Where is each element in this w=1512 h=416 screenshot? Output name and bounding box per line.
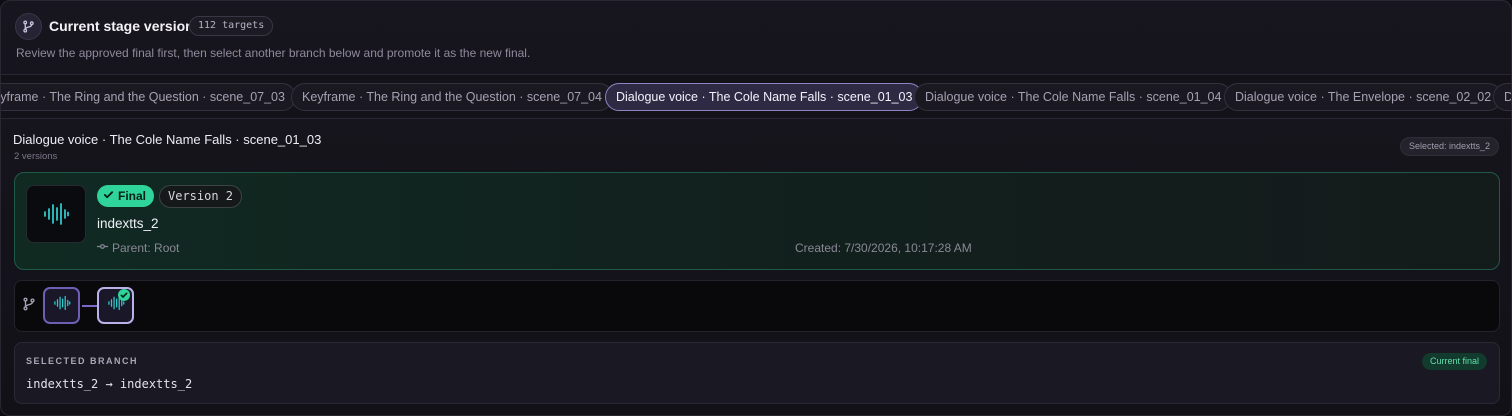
final-check-icon (118, 289, 130, 301)
final-badge: Final (97, 185, 155, 207)
selected-branch-path: indextts_2 → indextts_2 (26, 377, 193, 391)
graph-edge (82, 305, 97, 307)
tab-target[interactable]: Dialogue voice · The Cole Name Falls · s… (914, 83, 1233, 111)
audio-waveform-icon (26, 185, 86, 243)
selected-branch-label: SELECTED BRANCH (26, 356, 139, 366)
branch-title: Dialogue voice · The Cole Name Falls · s… (13, 132, 322, 147)
selected-version-pill: Selected: indextts_2 (1399, 137, 1499, 156)
parent-info: Parent: Root (97, 241, 179, 255)
version-badge: Version 2 (159, 185, 243, 208)
check-icon (103, 185, 114, 207)
page-title: Current stage versions (49, 18, 202, 34)
git-branch-icon (22, 297, 40, 315)
git-branch-icon (15, 13, 42, 40)
tab-target-active[interactable]: Dialogue voice · The Cole Name Falls · s… (605, 83, 924, 111)
target-tabs: Keyframe · The Ring and the Question · s… (1, 74, 1511, 119)
panel-header: Current stage versions 112 targets Revie… (15, 13, 1497, 69)
page-subtitle: Review the approved final first, then se… (16, 46, 531, 60)
tab-target[interactable]: Dialogue voice · The Envelope · scene_02… (1224, 83, 1503, 111)
targets-count-badge: 112 targets (189, 16, 274, 36)
commit-icon (97, 241, 108, 255)
final-version-card[interactable]: Final Version 2 indextts_2 Parent: Root … (14, 172, 1500, 270)
selected-branch-panel: SELECTED BRANCH indextts_2 → indextts_2 … (14, 342, 1500, 404)
version-count: 2 versions (14, 151, 58, 162)
current-final-badge: Current final (1421, 353, 1487, 370)
created-timestamp: Created: 7/30/2026, 10:17:28 AM (795, 241, 972, 255)
tab-target[interactable]: Keyframe · The Ring and the Question · s… (291, 83, 613, 111)
parent-label: Parent: Root (112, 241, 180, 255)
audio-waveform-icon (53, 295, 71, 316)
version-graph (14, 280, 1500, 332)
tab-target[interactable]: Keyframe · The Ring and the Question · s… (1, 83, 296, 111)
graph-node-version-1[interactable] (43, 287, 80, 324)
final-label: Final (118, 189, 147, 203)
version-name: indextts_2 (97, 216, 159, 231)
stage-versions-panel: Current stage versions 112 targets Revie… (0, 0, 1512, 416)
